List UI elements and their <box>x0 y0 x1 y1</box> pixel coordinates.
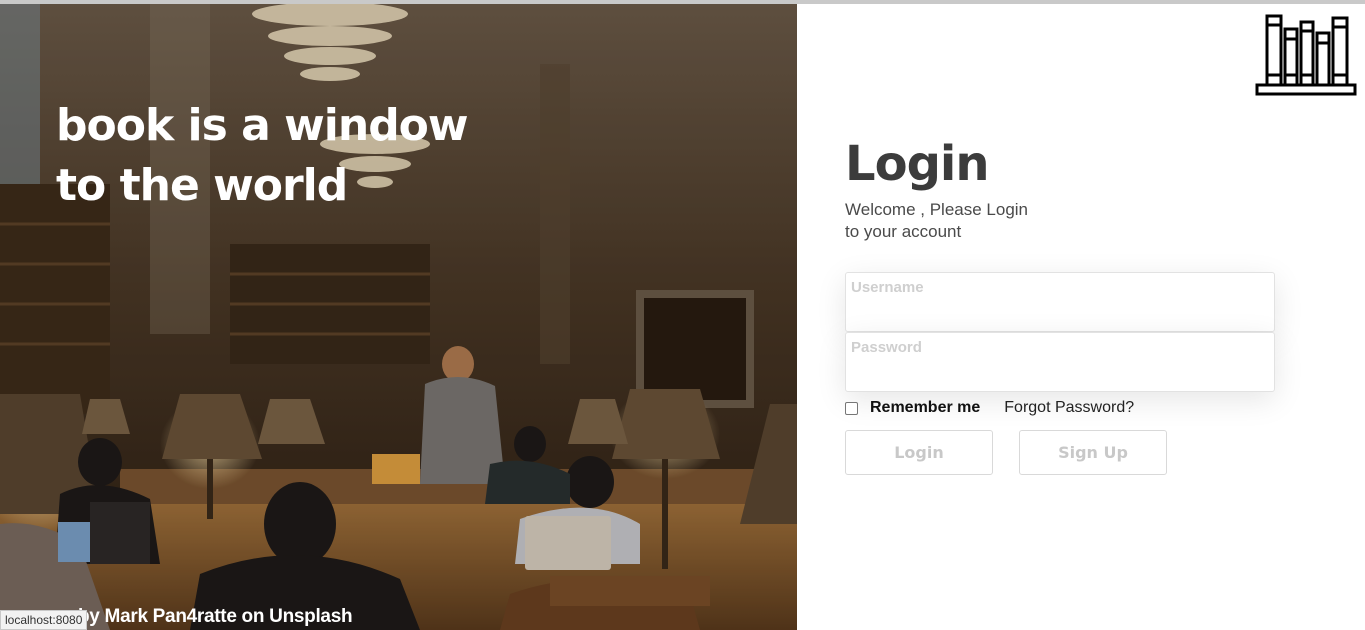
photo-credit: by Mark Pan4ratte on Unsplash <box>78 606 353 627</box>
username-input[interactable] <box>851 301 1271 327</box>
password-input[interactable] <box>851 361 1271 387</box>
password-label: Password <box>851 339 922 356</box>
login-form: Username Password <box>845 272 1275 392</box>
bookshelf-icon <box>1255 14 1357 96</box>
status-bar-url: localhost:8080 <box>0 610 88 630</box>
signup-button[interactable]: Sign Up <box>1019 430 1167 475</box>
remember-row: Remember me Forgot Password? <box>845 398 1134 418</box>
forgot-password-link[interactable]: Forgot Password? <box>1004 399 1134 417</box>
remember-label[interactable]: Remember me <box>870 399 980 417</box>
subtitle-line-2: to your account <box>845 222 962 241</box>
remember-checkbox[interactable] <box>845 401 858 415</box>
hero-heading: book is a window to the world <box>56 96 469 216</box>
hero-panel: book is a window to the world by Mark Pa… <box>0 4 797 630</box>
hero-line-2: to the world <box>56 160 348 211</box>
username-label: Username <box>851 279 924 296</box>
password-field[interactable]: Password <box>845 332 1275 392</box>
login-button[interactable]: Login <box>845 430 993 475</box>
login-title: Login <box>845 136 990 192</box>
subtitle-line-1: Welcome , Please Login <box>845 200 1029 219</box>
username-field[interactable]: Username <box>845 272 1275 332</box>
hero-line-1: book is a window <box>56 100 469 151</box>
login-subtitle: Welcome , Please Login to your account <box>845 199 1065 243</box>
